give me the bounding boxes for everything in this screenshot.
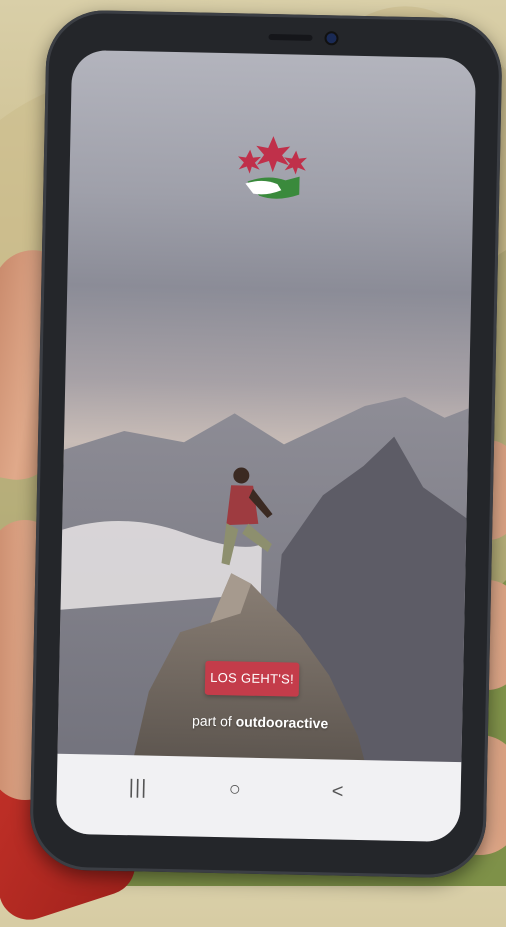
earpiece-speaker <box>268 33 313 41</box>
footer-brand: outdooractive <box>235 713 329 732</box>
back-icon[interactable]: < <box>332 780 344 802</box>
recent-apps-icon[interactable]: ||| <box>129 776 148 798</box>
front-camera <box>326 33 337 44</box>
smartphone: LOS GEHT'S! part of outdooractive ||| ○ … <box>29 9 503 879</box>
footer-prefix: part of <box>191 712 236 730</box>
app-logo-icon <box>238 136 308 199</box>
los-gehts-button[interactable]: LOS GEHT'S! <box>204 660 300 697</box>
app-screen: LOS GEHT'S! part of outdooractive ||| ○ … <box>55 49 477 843</box>
android-navbar: ||| ○ < <box>55 753 462 843</box>
home-icon[interactable]: ○ <box>229 778 242 800</box>
